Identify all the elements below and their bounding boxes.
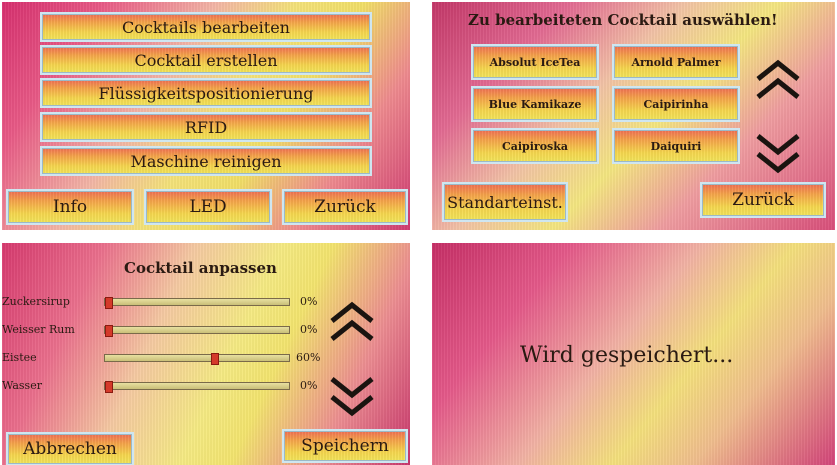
double-chevron-up-icon[interactable] [754, 57, 802, 103]
back-button[interactable]: Zurück [700, 182, 826, 218]
create-cocktail-button[interactable]: Cocktail erstellen [40, 45, 372, 75]
edit-cocktails-button[interactable]: Cocktails bearbeiten [40, 12, 372, 42]
wasser-slider[interactable] [104, 381, 290, 393]
rfid-button[interactable]: RFID [40, 112, 372, 142]
cocktail-item[interactable]: Arnold Palmer [612, 44, 740, 80]
page-title: Zu bearbeiteten Cocktail auswählen! [468, 11, 778, 29]
back-button[interactable]: Zurück [282, 189, 408, 225]
slider-label: Eistee [2, 351, 37, 364]
eistee-slider[interactable] [104, 353, 290, 365]
info-button[interactable]: Info [6, 189, 134, 225]
main-menu-screen: Cocktails bearbeiten Cocktail erstellen … [2, 2, 410, 230]
cocktail-item[interactable]: Absolut IceTea [471, 44, 599, 80]
slider-value: 60% [296, 351, 321, 364]
slider-value: 0% [300, 295, 318, 308]
cocktail-adjust-screen: Cocktail anpassen Zuckersirup 0% Weisser… [2, 243, 410, 465]
cocktail-item[interactable]: Caipiroska [471, 128, 599, 164]
double-chevron-down-icon[interactable] [328, 373, 376, 419]
slider-value: 0% [300, 379, 318, 392]
cancel-button[interactable]: Abbrechen [6, 432, 134, 465]
slider-knob[interactable] [211, 353, 219, 365]
slider-value: 0% [300, 323, 318, 336]
save-button[interactable]: Speichern [282, 429, 408, 463]
double-chevron-up-icon[interactable] [328, 299, 376, 345]
cocktail-item[interactable]: Blue Kamikaze [471, 86, 599, 122]
cocktail-select-screen: Zu bearbeiteten Cocktail auswählen! Abso… [432, 2, 835, 230]
slider-label: Zuckersirup [2, 295, 70, 308]
slider-knob[interactable] [105, 325, 113, 337]
led-button[interactable]: LED [144, 189, 272, 225]
cocktail-item[interactable]: Caipirinha [612, 86, 740, 122]
liquid-positioning-button[interactable]: Flüssigkeitspositionierung [40, 78, 372, 108]
slider-knob[interactable] [105, 297, 113, 309]
slider-knob[interactable] [105, 381, 113, 393]
saving-screen: Wird gespeichert... [432, 243, 835, 465]
slider-label: Weisser Rum [2, 323, 75, 336]
cocktail-item[interactable]: Daiquiri [612, 128, 740, 164]
page-title: Cocktail anpassen [124, 259, 277, 277]
slider-label: Wasser [2, 379, 42, 392]
clean-machine-button[interactable]: Maschine reinigen [40, 146, 372, 176]
double-chevron-down-icon[interactable] [754, 130, 802, 176]
weisser-rum-slider[interactable] [104, 325, 290, 337]
zuckersirup-slider[interactable] [104, 297, 290, 309]
defaults-button[interactable]: Standarteinst. [442, 182, 568, 222]
saving-message: Wird gespeichert... [520, 343, 734, 368]
